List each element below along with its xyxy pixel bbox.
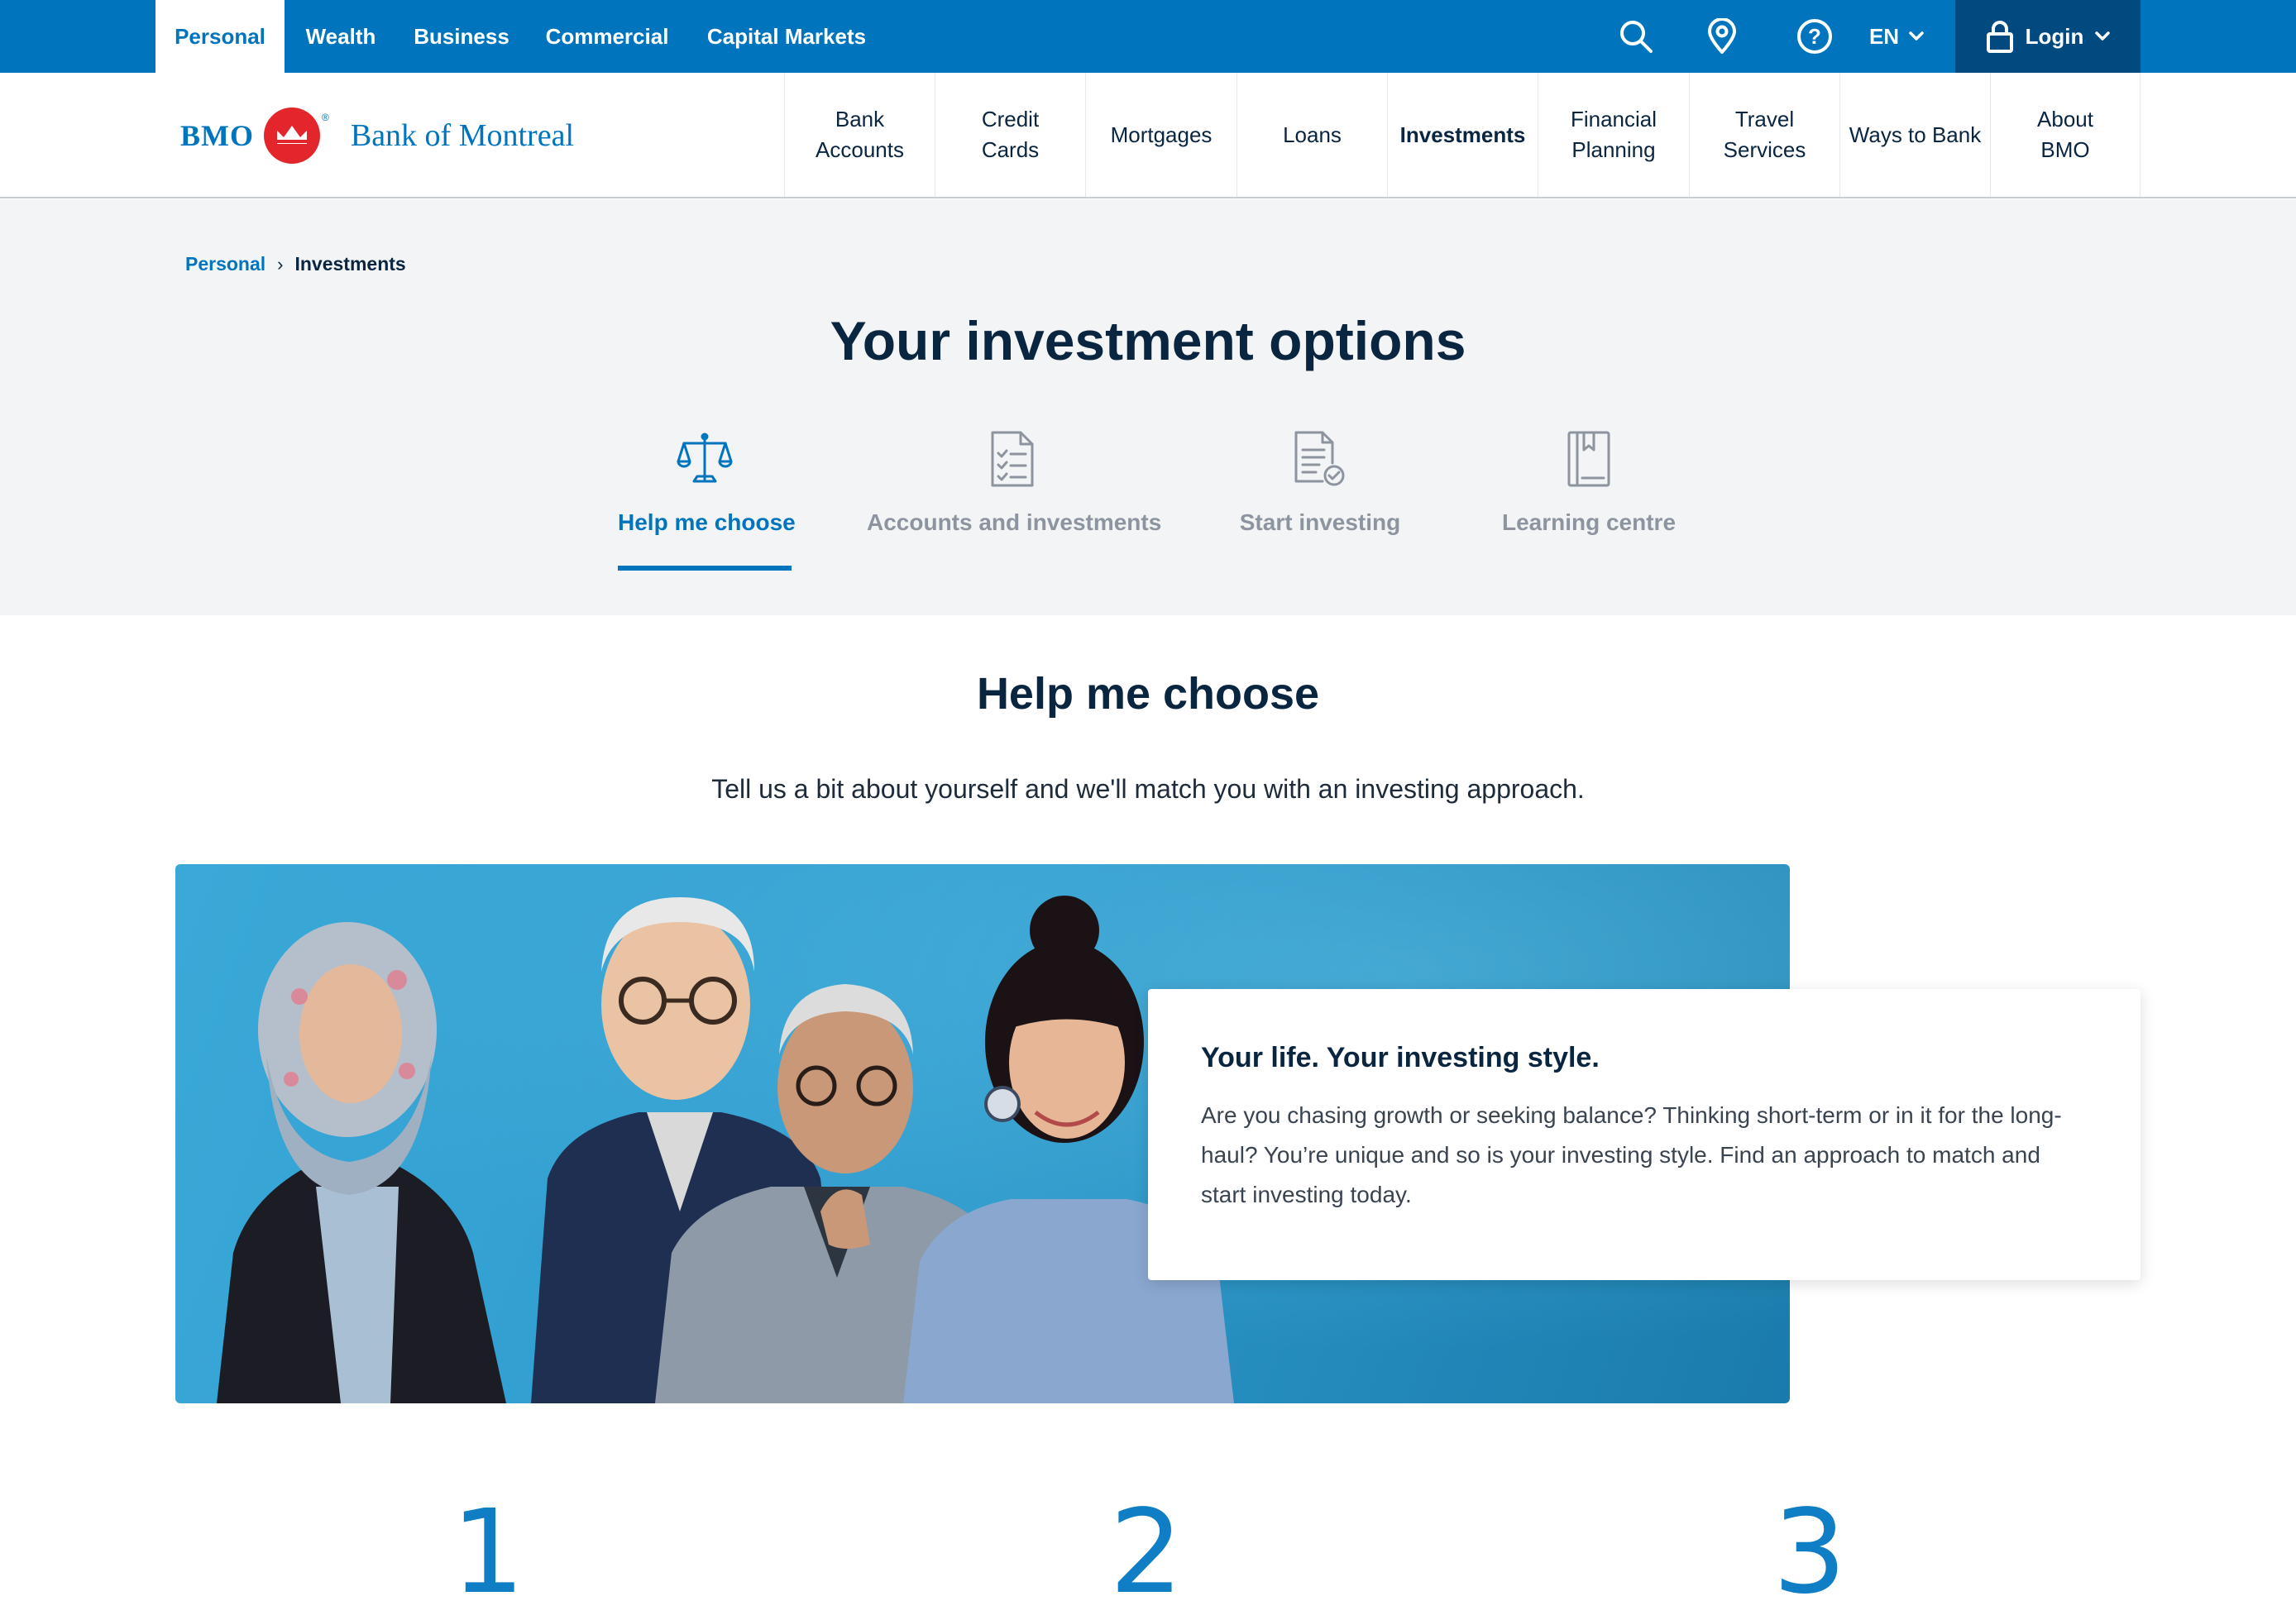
- nav-travel-services[interactable]: Travel Services: [1689, 73, 1839, 197]
- step-number-2: 2: [1109, 1485, 1184, 1620]
- chevron-down-icon: [1909, 31, 1924, 41]
- nav-credit-cards[interactable]: Credit Cards: [935, 73, 1085, 197]
- active-tab-underline: [618, 566, 792, 571]
- nav-investments[interactable]: Investments: [1387, 73, 1538, 197]
- breadcrumb-separator-icon: ›: [277, 253, 284, 275]
- breadcrumb: Personal › Investments: [185, 253, 406, 275]
- lock-icon: [1986, 21, 2013, 53]
- nav-bank-accounts[interactable]: Bank Accounts: [784, 73, 935, 197]
- card-title: Your life. Your investing style.: [1201, 1042, 1600, 1073]
- segment-personal[interactable]: Personal: [155, 0, 285, 73]
- bmo-logo[interactable]: BMO ® Bank of Montreal: [180, 106, 574, 165]
- nav-about-bmo[interactable]: About BMO: [1990, 73, 2141, 197]
- nav-label: About BMO: [2037, 107, 2093, 162]
- tab-label: Accounts and investments: [867, 509, 1162, 535]
- tab-label: Start investing: [1239, 509, 1401, 535]
- top-utility-bar: Personal Wealth Business Commercial Capi…: [0, 0, 2296, 73]
- logo-bank-name: Bank of Montreal: [350, 118, 574, 153]
- search-icon: [1620, 21, 1653, 53]
- tab-help-me-choose[interactable]: Help me choose: [618, 430, 796, 571]
- nav-loans[interactable]: Loans: [1236, 73, 1387, 197]
- login-button[interactable]: Login: [1955, 0, 2141, 73]
- nav-label: Financial Planning: [1570, 107, 1657, 162]
- nav-label: Credit Cards: [981, 107, 1040, 162]
- tab-start-investing[interactable]: Start investing: [1237, 430, 1403, 571]
- nav-label: Mortgages: [1110, 122, 1213, 147]
- help-icon: ?: [1797, 19, 1832, 54]
- nav-label: Loans: [1283, 122, 1342, 147]
- segment-commercial[interactable]: Commercial: [526, 0, 688, 73]
- book-icon: [1567, 431, 1610, 487]
- location-pin-icon: [1708, 18, 1736, 54]
- breadcrumb-personal-link[interactable]: Personal: [185, 253, 265, 275]
- segment-business[interactable]: Business: [397, 0, 526, 73]
- document-check-icon: [1294, 431, 1345, 486]
- step-number-1: 1: [451, 1485, 525, 1620]
- nav-label: Travel Services: [1723, 107, 1806, 162]
- language-label: EN: [1868, 23, 1900, 49]
- tab-accounts-and-investments[interactable]: Accounts and investments: [867, 430, 1162, 571]
- svg-text:?: ?: [1808, 24, 1821, 49]
- tab-label: Help me choose: [618, 509, 796, 535]
- checklist-document-icon: [991, 431, 1034, 487]
- chevron-down-icon: [2095, 31, 2111, 41]
- logo-bmo-text: BMO: [180, 119, 254, 152]
- main-navigation: BMO ® Bank of Montreal Bank Accounts Cred…: [0, 73, 2296, 198]
- nav-mortgages[interactable]: Mortgages: [1085, 73, 1236, 197]
- segment-capital-markets[interactable]: Capital Markets: [688, 0, 885, 73]
- breadcrumb-current: Investments: [294, 253, 406, 275]
- nav-label: Ways to Bank: [1849, 122, 1982, 147]
- registered-mark: ®: [322, 112, 329, 123]
- page-title: Your investment options: [830, 310, 1466, 371]
- segment-wealth[interactable]: Wealth: [285, 0, 397, 73]
- login-label: Login: [2025, 23, 2084, 49]
- nav-label: Bank Accounts: [816, 107, 904, 162]
- nav-financial-planning[interactable]: Financial Planning: [1538, 73, 1689, 197]
- section-subtitle: Tell us a bit about yourself and we'll m…: [711, 774, 1585, 804]
- language-selector[interactable]: EN: [1863, 0, 1930, 73]
- section-title: Help me choose: [976, 669, 1320, 719]
- help-button[interactable]: ?: [1791, 0, 1838, 73]
- scales-icon: [677, 432, 733, 483]
- step-number-3: 3: [1772, 1485, 1847, 1620]
- locations-button[interactable]: [1700, 0, 1744, 73]
- tab-learning-centre[interactable]: Learning centre: [1500, 430, 1677, 571]
- nav-ways-to-bank[interactable]: Ways to Bank: [1839, 73, 1990, 197]
- search-button[interactable]: [1613, 0, 1659, 73]
- investing-style-card: Your life. Your investing style. Are you…: [1148, 989, 2141, 1280]
- nav-label: Investments: [1399, 122, 1526, 147]
- tab-label: Learning centre: [1501, 509, 1677, 535]
- bmo-roundel-icon: [264, 108, 320, 164]
- card-body: Are you chasing growth or seeking balanc…: [1201, 1102, 2062, 1207]
